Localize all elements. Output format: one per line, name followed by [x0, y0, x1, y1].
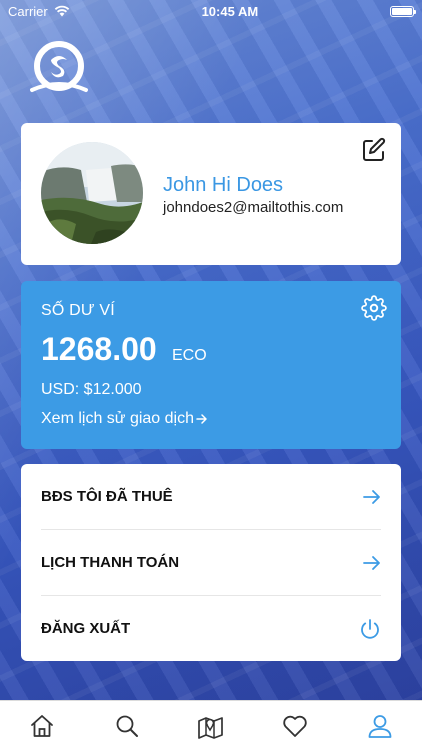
status-time: 10:45 AM [201, 3, 259, 19]
arrow-right-icon [363, 489, 380, 504]
wifi-icon [54, 5, 69, 17]
heart-icon [283, 715, 308, 737]
profile-card: John Hi Does johndoes2@mailtothis.com [21, 123, 401, 265]
arrow-right-icon [196, 414, 207, 424]
carrier-label: Carrier [8, 3, 48, 19]
menu-item-label: ĐĂNG XUẤT [41, 620, 131, 637]
gear-icon[interactable] [361, 295, 387, 321]
menu-item-payment-schedule[interactable]: LỊCH THANH TOÁN [41, 530, 381, 595]
menu-item-label: LỊCH THANH TOÁN [41, 554, 180, 571]
wallet-title: SỐ DƯ VÍ [41, 302, 115, 319]
menu-item-rented-properties[interactable]: BĐS TÔI ĐÃ THUÊ [41, 464, 381, 529]
tab-map[interactable] [191, 706, 231, 746]
wallet-unit: ECO [172, 347, 207, 364]
power-icon [361, 618, 379, 639]
tab-search[interactable] [107, 706, 147, 746]
tab-profile[interactable] [360, 706, 400, 746]
tab-home[interactable] [22, 706, 62, 746]
avatar[interactable] [41, 142, 143, 244]
wallet-card: SỐ DƯ VÍ 1268.00 ECO USD: $12.000 Xem lị… [21, 281, 401, 449]
profile-name: John Hi Does [163, 174, 284, 196]
tab-bar [0, 700, 422, 750]
menu-item-label: BĐS TÔI ĐÃ THUÊ [41, 488, 173, 505]
menu-card: BĐS TÔI ĐÃ THUÊ LỊCH THANH TOÁN ĐĂNG XUẤ… [21, 464, 401, 661]
user-icon [368, 714, 392, 738]
menu-item-logout[interactable]: ĐĂNG XUẤT [41, 596, 381, 661]
search-icon [116, 715, 138, 737]
arrow-right-icon [363, 555, 380, 570]
battery-icon [390, 5, 416, 17]
profile-email: johndoes2@mailtothis.com [163, 199, 344, 216]
transaction-history-link[interactable]: Xem lịch sử giao dịch [41, 410, 208, 428]
status-bar: Carrier 10:45 AM [0, 0, 422, 22]
edit-icon[interactable] [361, 137, 387, 163]
wallet-amount: 1268.00 [41, 331, 157, 367]
status-left: Carrier [8, 4, 70, 19]
home-icon [31, 714, 54, 737]
app-logo [30, 41, 88, 92]
wallet-usd: USD: $12.000 [41, 381, 142, 398]
tab-favorites[interactable] [275, 706, 315, 746]
map-icon [198, 716, 223, 739]
transaction-history-label: Xem lịch sử giao dịch [41, 410, 194, 427]
